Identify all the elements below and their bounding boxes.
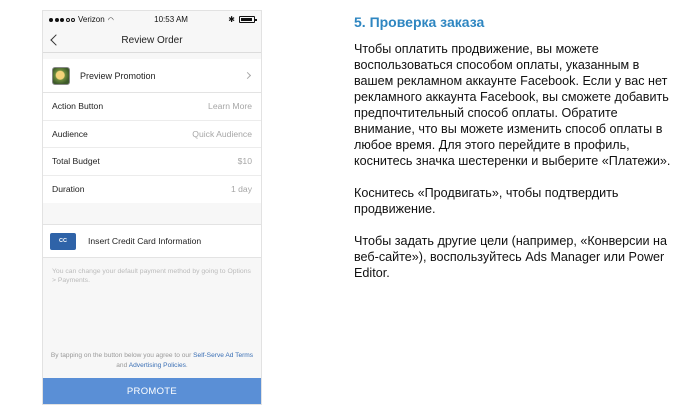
credit-card-label: Insert Credit Card Information: [88, 236, 202, 246]
detail-row-duration: Duration 1 day: [43, 176, 261, 204]
chevron-right-icon: [243, 71, 252, 80]
phone-screen: Verizon ◠ 10:53 AM ✱ Review Order Previe…: [42, 10, 262, 405]
detail-label: Audience: [52, 128, 88, 139]
article: 5. Проверка заказа Чтобы оплатить продви…: [354, 14, 674, 297]
detail-row-total-budget: Total Budget $10: [43, 148, 261, 176]
detail-row-audience: Audience Quick Audience: [43, 121, 261, 148]
article-heading: 5. Проверка заказа: [354, 14, 485, 30]
article-paragraph: Чтобы оплатить продвижение, вы можете во…: [354, 42, 671, 168]
terms-prefix: By tapping on the button below you agree…: [50, 352, 194, 359]
payment-help-text: You can change your default payment meth…: [52, 268, 251, 285]
detail-value: $10: [237, 156, 252, 167]
status-time: 10:53 AM: [154, 15, 188, 24]
advertising-policies-link[interactable]: Advertising Policies: [129, 362, 186, 369]
nav-title: Review Order: [121, 34, 183, 46]
back-chevron-icon[interactable]: [50, 34, 62, 46]
credit-card-row[interactable]: CC Insert Credit Card Information: [43, 224, 261, 258]
preview-promotion-row[interactable]: Preview Promotion: [43, 59, 261, 93]
detail-value: 1 day: [230, 184, 252, 195]
nav-bar: Review Order: [43, 28, 261, 53]
carrier-name: Verizon: [78, 15, 105, 24]
terms-middle: and: [116, 361, 129, 369]
detail-row-action-button: Action Button Learn More: [43, 93, 261, 121]
battery-icon: [239, 16, 257, 23]
signal-icon: [49, 17, 75, 22]
terms-notice: By tapping on the button below you agree…: [43, 351, 261, 370]
self-serve-ad-terms-link[interactable]: Self-Serve Ad Terms: [193, 352, 253, 359]
status-right: ✱: [228, 15, 257, 24]
detail-label: Total Budget: [52, 156, 100, 167]
status-left: Verizon ◠: [49, 15, 114, 24]
detail-label: Action Button: [52, 101, 104, 112]
order-details: Action Button Learn More Audience Quick …: [43, 93, 261, 203]
detail-value: Quick Audience: [192, 128, 252, 139]
detail-value: Learn More: [208, 101, 252, 112]
terms-suffix: .: [185, 361, 188, 369]
article-paragraph: Чтобы задать другие цели (например, «Кон…: [354, 234, 668, 280]
status-bar: Verizon ◠ 10:53 AM ✱: [43, 11, 261, 28]
promotion-thumbnail: [52, 66, 70, 85]
article-paragraph: Коснитесь «Продвигать», чтобы подтвердит…: [354, 186, 619, 216]
promote-button[interactable]: PROMOTE: [43, 378, 261, 404]
detail-label: Duration: [52, 184, 85, 195]
wifi-icon: ◠: [107, 16, 114, 24]
credit-card-icon: CC: [50, 232, 76, 250]
preview-promotion-label: Preview Promotion: [80, 70, 156, 81]
bluetooth-icon: ✱: [228, 15, 235, 24]
